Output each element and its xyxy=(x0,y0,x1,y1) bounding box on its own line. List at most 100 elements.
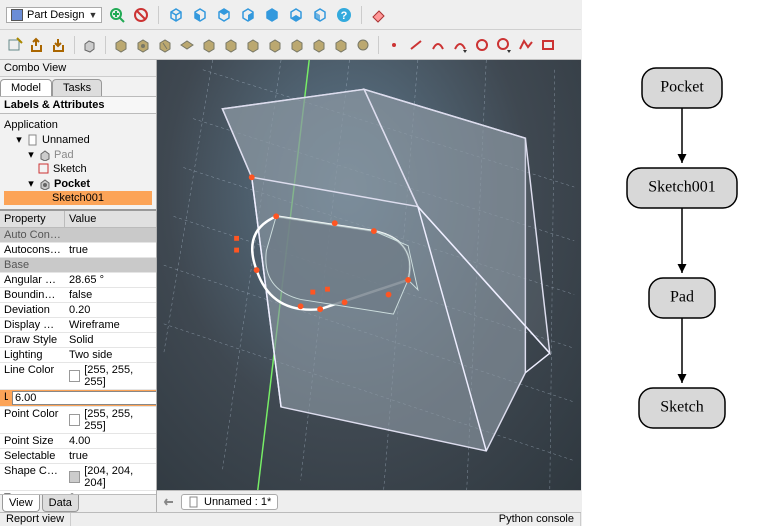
combo-title: Combo View xyxy=(0,60,156,77)
circle-icon[interactable] xyxy=(473,36,491,54)
doc-start-icon[interactable] xyxy=(163,496,175,508)
help-icon[interactable]: ? xyxy=(335,6,353,24)
property-row[interactable]: Draw StyleSolid xyxy=(0,333,156,348)
point-icon[interactable] xyxy=(385,36,403,54)
node-sketch001: Sketch001 xyxy=(648,179,716,196)
freecad-window: Part Design ▼ ? xyxy=(0,0,582,526)
tree-document[interactable]: ▾ Unnamed xyxy=(4,132,152,147)
solid-3-icon[interactable] xyxy=(156,36,174,54)
solid-10-icon[interactable] xyxy=(310,36,328,54)
tree-sketch001[interactable]: Sketch001 xyxy=(4,191,152,205)
report-view-label[interactable]: Report view xyxy=(0,513,71,526)
workbench-selector[interactable]: Part Design ▼ xyxy=(6,7,102,23)
solid-5-icon[interactable] xyxy=(200,36,218,54)
tab-model[interactable]: Model xyxy=(0,79,52,96)
property-row[interactable]: Angular De…28.65 ° xyxy=(0,273,156,288)
document-icon xyxy=(27,134,39,146)
property-row[interactable]: Auto Const… xyxy=(0,228,156,243)
solid-11-icon[interactable] xyxy=(332,36,350,54)
expander-icon[interactable]: ▾ xyxy=(26,177,36,190)
tab-tasks[interactable]: Tasks xyxy=(52,79,102,96)
cube-bottom-icon[interactable] xyxy=(287,6,305,24)
import-icon[interactable] xyxy=(50,36,68,54)
property-row[interactable]: Base xyxy=(0,258,156,273)
solid-12-icon[interactable] xyxy=(354,36,372,54)
document-tab[interactable]: Unnamed : 1* xyxy=(181,494,278,510)
property-row[interactable]: Autoconstr…true xyxy=(0,243,156,258)
status-bar: Report view Python console xyxy=(0,512,581,526)
solid-4-icon[interactable] xyxy=(178,36,196,54)
property-list: Auto Const…Autoconstr…trueBaseAngular De… xyxy=(0,228,156,494)
chevron-down-icon: ▼ xyxy=(88,10,97,20)
arc-icon[interactable] xyxy=(429,36,447,54)
solid-8-icon[interactable] xyxy=(266,36,284,54)
viewport-tabbar: Unnamed : 1* xyxy=(157,490,581,512)
cube-front-icon[interactable] xyxy=(191,6,209,24)
tab-data[interactable]: Data xyxy=(42,495,79,512)
secondary-toolbar xyxy=(0,30,581,60)
cube-back-icon[interactable] xyxy=(263,6,281,24)
property-row[interactable]: Point Color[255, 255, 255] xyxy=(0,407,156,434)
property-input[interactable] xyxy=(12,391,156,405)
solid-1-icon[interactable] xyxy=(112,36,130,54)
pad-icon[interactable] xyxy=(81,36,99,54)
property-row[interactable]: Line Width xyxy=(0,390,156,407)
property-row[interactable]: Bounding B…false xyxy=(0,288,156,303)
property-row[interactable]: Shape Color[204, 204, 204] xyxy=(0,464,156,491)
solid-2-icon[interactable] xyxy=(134,36,152,54)
color-swatch xyxy=(69,471,80,483)
property-row[interactable]: LightingTwo side xyxy=(0,348,156,363)
workbench-icon xyxy=(11,9,23,21)
cube-outline-icon[interactable] xyxy=(167,6,185,24)
tree-pocket[interactable]: ▾ Pocket xyxy=(4,176,152,191)
3d-viewport[interactable]: Unnamed : 1* xyxy=(157,60,581,512)
sketch-icon xyxy=(38,163,50,175)
property-row[interactable]: Display ModeWireframe xyxy=(0,318,156,333)
combo-tabs: Model Tasks xyxy=(0,77,156,96)
scene-svg xyxy=(157,60,581,490)
cube-top-icon[interactable] xyxy=(215,6,233,24)
cube-left-icon[interactable] xyxy=(311,6,329,24)
viewport-canvas[interactable] xyxy=(157,60,581,490)
workbench-label: Part Design xyxy=(27,9,84,21)
property-panel: Property Value Auto Const…Autoconstr…tru… xyxy=(0,209,156,512)
export-icon[interactable] xyxy=(28,36,46,54)
property-row[interactable]: Line Color[255, 255, 255] xyxy=(0,363,156,390)
expander-icon[interactable]: ▾ xyxy=(14,133,24,146)
python-console-label[interactable]: Python console xyxy=(493,513,581,526)
property-header: Property Value xyxy=(0,211,156,228)
line-icon[interactable] xyxy=(407,36,425,54)
tab-view[interactable]: View xyxy=(2,495,40,512)
dependency-graph: Pocket Sketch001 Pad Sketch xyxy=(597,48,767,478)
diagram-pane: Pocket Sketch001 Pad Sketch xyxy=(582,0,782,526)
arc-dropdown-icon[interactable] xyxy=(451,36,469,54)
solid-6-icon[interactable] xyxy=(222,36,240,54)
cube-right-icon[interactable] xyxy=(239,6,257,24)
new-sketch-icon[interactable] xyxy=(6,36,24,54)
col-value: Value xyxy=(65,211,156,227)
zoom-in-icon[interactable] xyxy=(108,6,126,24)
tree-sketch[interactable]: Sketch xyxy=(4,162,152,176)
property-row[interactable]: Selectabletrue xyxy=(0,449,156,464)
node-sketch: Sketch xyxy=(660,399,704,416)
property-row[interactable]: Deviation0.20 xyxy=(0,303,156,318)
circle-dropdown-icon[interactable] xyxy=(495,36,513,54)
tree-pad[interactable]: ▾ Pad xyxy=(4,147,152,162)
document-icon xyxy=(188,496,200,508)
polyline-icon[interactable] xyxy=(517,36,535,54)
col-property: Property xyxy=(0,211,65,227)
eraser-icon[interactable] xyxy=(370,6,388,24)
pad-icon xyxy=(39,149,51,161)
rect-icon[interactable] xyxy=(539,36,557,54)
combo-view: Combo View Model Tasks Labels & Attribut… xyxy=(0,60,157,512)
expander-icon[interactable]: ▾ xyxy=(26,148,36,161)
forbid-icon[interactable] xyxy=(132,6,150,24)
workbench-toolbar: Part Design ▼ ? xyxy=(0,0,581,30)
solid-7-icon[interactable] xyxy=(244,36,262,54)
color-swatch xyxy=(69,370,80,382)
pocket-icon xyxy=(39,178,51,190)
tree-application[interactable]: Application xyxy=(4,118,152,132)
model-tree: Application ▾ Unnamed ▾ Pad Sketch ▾ xyxy=(0,114,156,209)
solid-9-icon[interactable] xyxy=(288,36,306,54)
property-row[interactable]: Point Size4.00 xyxy=(0,434,156,449)
